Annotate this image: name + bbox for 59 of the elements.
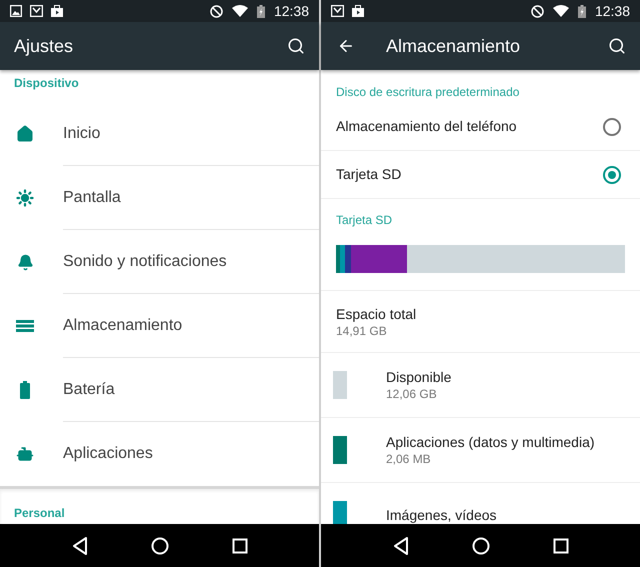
category-label: Imágenes, vídeos — [386, 506, 497, 524]
battery-icon — [20, 381, 30, 399]
item-label: Almacenamiento — [63, 316, 182, 336]
option-label: Tarjeta SD — [336, 165, 402, 184]
settings-item[interactable]: Sonido y notificaciones — [0, 230, 319, 294]
category-size: 2,06 MB — [386, 451, 432, 467]
total-value: 14,91 GB — [336, 322, 388, 338]
search-icon — [287, 37, 305, 55]
item-label: Aplicaciones — [63, 444, 153, 464]
recents-square-icon[interactable] — [232, 538, 248, 554]
storage-category[interactable]: Disponible 12,06 GB — [321, 353, 640, 418]
mail-icon — [331, 5, 344, 17]
image-icon — [10, 5, 22, 17]
radio-button[interactable] — [603, 166, 621, 184]
do-not-disturb-icon — [530, 4, 544, 18]
storage-category[interactable]: Aplicaciones (datos y multimedia) 2,06 MB — [321, 418, 640, 483]
section-header: Tarjeta SD — [336, 212, 392, 229]
bell-icon — [16, 254, 34, 270]
home-circle-icon[interactable] — [472, 536, 490, 554]
category-size: 12,06 GB — [386, 386, 438, 402]
section-header: Disco de escritura predeterminado — [336, 84, 520, 101]
item-label: Pantalla — [63, 188, 121, 208]
mail-icon — [30, 5, 43, 17]
storage-icon — [16, 320, 34, 332]
item-label: Batería — [63, 380, 115, 400]
section-header: Personal — [14, 505, 65, 522]
wifi-icon — [552, 5, 569, 17]
bag-icon — [51, 5, 63, 17]
item-label: Inicio — [63, 124, 100, 144]
settings-item[interactable]: Pantalla — [0, 166, 319, 230]
brightness-icon — [16, 189, 34, 207]
home-circle-icon[interactable] — [150, 536, 168, 554]
battery-icon — [256, 4, 265, 18]
do-not-disturb-icon — [210, 4, 223, 18]
total-label: Espacio total — [336, 304, 418, 322]
radio-option[interactable]: Almacenamiento del teléfono — [321, 103, 640, 151]
toolbar-title: Ajustes — [14, 34, 74, 58]
category-label: Aplicaciones (datos y multimedia) — [386, 433, 595, 451]
bag-icon — [352, 5, 364, 17]
battery-icon — [578, 4, 586, 18]
radio-option[interactable]: Tarjeta SD — [321, 151, 640, 199]
section-header: Dispositivo — [14, 75, 79, 92]
item-label: Sonido y notificaciones — [63, 252, 227, 272]
settings-item[interactable]: Aplicaciones — [0, 422, 319, 486]
home-icon — [16, 125, 34, 143]
option-label: Almacenamiento del teléfono — [336, 117, 518, 136]
back-triangle-icon[interactable] — [392, 536, 408, 554]
settings-item[interactable]: Inicio — [0, 102, 319, 166]
clock-time: 12:38 — [274, 4, 309, 18]
clock-time: 12:38 — [594, 4, 630, 18]
category-label: Disponible — [386, 368, 452, 386]
toolbar-title: Almacenamiento — [386, 34, 520, 58]
back-triangle-icon[interactable] — [72, 536, 88, 554]
settings-item[interactable]: Batería — [0, 358, 319, 422]
radio-button[interactable] — [603, 118, 621, 136]
settings-item[interactable]: Almacenamiento — [0, 294, 319, 358]
search-icon — [608, 37, 626, 55]
recents-square-icon[interactable] — [552, 538, 568, 554]
wifi-icon — [232, 5, 248, 17]
